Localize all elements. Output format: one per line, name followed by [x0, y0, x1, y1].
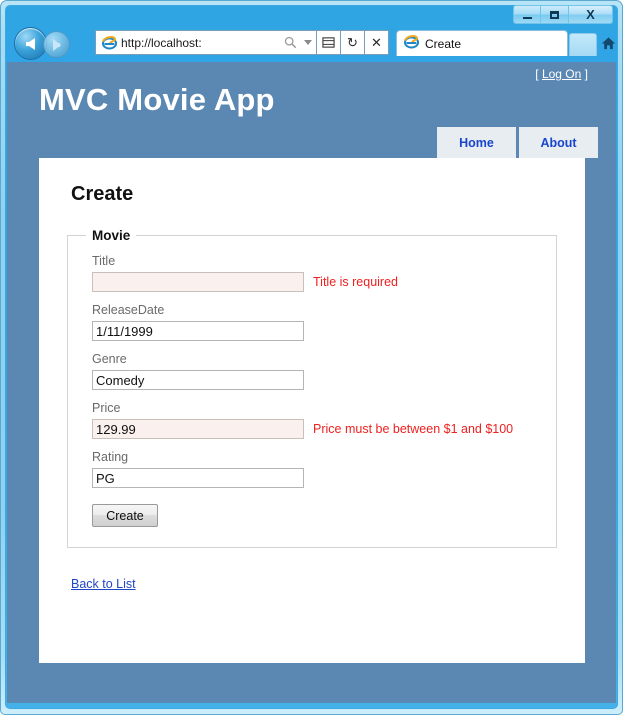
- rating-input[interactable]: [92, 468, 304, 488]
- tab-title: Create: [425, 36, 462, 51]
- content-card: Create Movie Title Title is required Rel…: [39, 158, 585, 663]
- address-bar[interactable]: http://localhost:: [95, 30, 317, 55]
- maximize-button[interactable]: [541, 5, 569, 24]
- field-line-releasedate: [92, 321, 556, 341]
- field-row-genre: Genre: [68, 352, 556, 390]
- field-label-releasedate: ReleaseDate: [92, 303, 165, 317]
- field-label-genre: Genre: [92, 352, 127, 366]
- close-button[interactable]: X: [569, 5, 613, 24]
- logon-area: [ Log On ]: [535, 67, 588, 81]
- url-text: http://localhost:: [121, 35, 202, 50]
- fieldset-legend: Movie: [92, 228, 131, 243]
- browser-toolbar: http://localhost: ↻ ✕ Create: [6, 26, 617, 62]
- browser-tab-create[interactable]: Create: [396, 30, 568, 56]
- new-tab-button[interactable]: [569, 33, 597, 56]
- nav-item-about[interactable]: About: [519, 127, 598, 158]
- compatibility-icon: [322, 37, 335, 48]
- refresh-button[interactable]: ↻: [341, 30, 365, 55]
- nav-item-home[interactable]: Home: [437, 127, 516, 158]
- field-line-price: Price must be between $1 and $100: [92, 419, 556, 439]
- logon-link[interactable]: Log On: [542, 67, 581, 81]
- caret-down-shape: [303, 40, 312, 45]
- back-to-list-link[interactable]: Back to List: [71, 577, 136, 591]
- genre-input[interactable]: [92, 370, 304, 390]
- internet-explorer-icon: [403, 34, 420, 54]
- navigation-buttons: [14, 26, 88, 60]
- field-row-rating: Rating: [68, 450, 556, 488]
- chevron-down-icon[interactable]: [299, 40, 316, 45]
- field-line-title: Title is required: [92, 272, 556, 292]
- maximize-icon: [550, 10, 559, 19]
- forward-button[interactable]: [43, 31, 70, 58]
- field-line-genre: [92, 370, 556, 390]
- close-x-icon: ✕: [371, 34, 382, 50]
- field-row-title: Title Title is required: [68, 254, 556, 292]
- window-controls: X: [513, 5, 613, 25]
- page-viewport: [ Log On ] MVC Movie App Home About Crea…: [7, 62, 616, 703]
- site-header: [ Log On ] MVC Movie App Home About: [7, 62, 616, 158]
- arrow-right-icon: [52, 38, 61, 51]
- browser-command-icons: [598, 32, 623, 54]
- minimize-button[interactable]: [513, 5, 541, 24]
- title-error-message: Title is required: [313, 275, 398, 289]
- minimize-icon: [522, 17, 532, 19]
- internet-explorer-icon: [99, 35, 119, 50]
- logon-bracket-left: [: [535, 67, 542, 81]
- logon-bracket-right: ]: [581, 67, 588, 81]
- releasedate-input[interactable]: [92, 321, 304, 341]
- price-input[interactable]: [92, 419, 304, 439]
- arrow-left-icon: [26, 37, 35, 50]
- field-line-rating: [92, 468, 556, 488]
- compatibility-view-button[interactable]: [317, 30, 341, 55]
- field-row-releasedate: ReleaseDate: [68, 303, 556, 341]
- price-error-message: Price must be between $1 and $100: [313, 422, 514, 436]
- title-input[interactable]: [92, 272, 304, 292]
- back-to-list-row: Back to List: [39, 548, 585, 593]
- main-navigation: Home About: [437, 127, 598, 158]
- search-icon[interactable]: [281, 36, 299, 49]
- field-label-price: Price: [92, 401, 121, 415]
- close-icon: X: [586, 7, 595, 22]
- stop-button[interactable]: ✕: [365, 30, 389, 55]
- site-title: MVC Movie App: [39, 82, 275, 117]
- refresh-icon: ↻: [347, 34, 358, 50]
- field-label-title: Title: [92, 254, 116, 268]
- home-icon[interactable]: [598, 32, 618, 54]
- page-title: Create: [71, 183, 134, 205]
- create-submit-button[interactable]: Create: [92, 504, 158, 527]
- browser-window: X http://localhost: ↻ ✕ Create [Log On …: [0, 0, 623, 715]
- web-page: [ Log On ] MVC Movie App Home About Crea…: [7, 62, 616, 703]
- field-row-price: Price Price must be between $1 and $100: [68, 401, 556, 439]
- field-label-rating: Rating: [92, 450, 129, 464]
- movie-fieldset: Movie Title Title is required ReleaseDat…: [67, 228, 557, 548]
